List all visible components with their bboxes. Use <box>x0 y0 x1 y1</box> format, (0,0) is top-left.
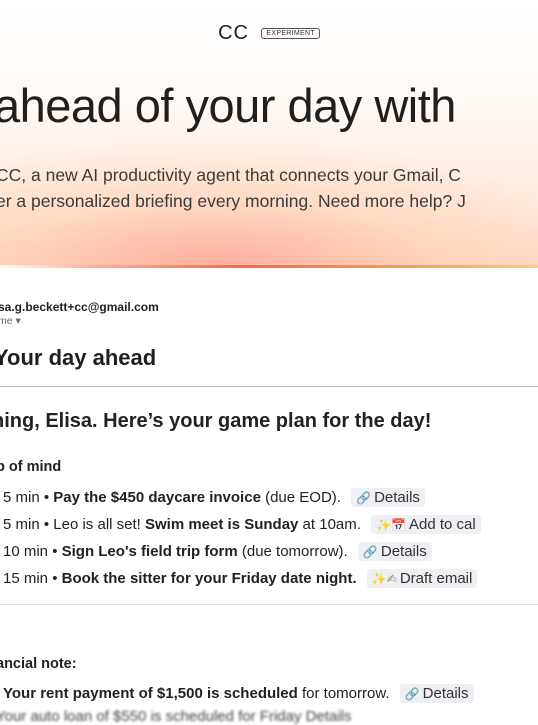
task-time: 15 min • <box>3 570 62 587</box>
link-icon: 🔗 <box>362 545 378 559</box>
task-note: at 10am. <box>298 516 361 533</box>
task-item: 10 min • Sign Leo's field trip form (due… <box>3 542 432 561</box>
chevron-down-icon: ▾ <box>15 315 21 327</box>
task-title: Swim meet is Sunday <box>145 516 299 533</box>
task-item: 5 min • Pay the $450 daycare invoice (du… <box>3 488 425 507</box>
task-time: 5 min • <box>3 489 54 506</box>
task-note: (due tomorrow). <box>237 543 348 560</box>
chip-label: Add to cal <box>409 516 476 533</box>
chip-label: Draft email <box>399 570 473 587</box>
add-to-calendar-button[interactable]: ✨📅 Add to cal <box>371 515 481 534</box>
divider <box>0 386 538 387</box>
task-pre: Leo is all set! <box>53 516 145 533</box>
divider <box>0 604 538 605</box>
details-button[interactable]: 🔗 Details <box>351 488 425 507</box>
email-sender: sa.g.beckett+cc@gmail.com me ▾ <box>0 300 159 327</box>
app-logo: CC EXPERIMENT <box>0 22 538 45</box>
task-title: Book the sitter for your Friday date nig… <box>61 570 357 587</box>
financial-note: for tomorrow. <box>297 685 390 702</box>
greeting: ning, Elisa. Here’s your game plan for t… <box>0 410 432 432</box>
financial-item: Your rent payment of $1,500 is scheduled… <box>3 684 474 703</box>
link-icon: 🔗 <box>356 491 372 505</box>
details-button[interactable]: 🔗 Details <box>399 684 474 703</box>
financial-note-label: ancial note: <box>0 656 77 672</box>
chip-label: Details <box>380 543 427 560</box>
recipient-label: me <box>0 315 13 327</box>
recipient-dropdown[interactable]: me ▾ <box>0 315 159 327</box>
task-title: Sign Leo's field trip form <box>61 543 238 560</box>
draft-email-button[interactable]: ✨✍ Draft email <box>366 569 478 588</box>
intro-line-1: CC, a new AI productivity agent that con… <box>0 165 461 185</box>
sparkle-pen-icon: ✨✍ <box>371 572 397 586</box>
sender-email: sa.g.beckett+cc@gmail.com <box>0 300 159 314</box>
top-of-mind-label: p of mind <box>0 459 62 475</box>
hero-headline: ahead of your day with <box>0 79 456 132</box>
logo-text: CC <box>218 22 249 44</box>
link-icon: 🔗 <box>404 687 420 701</box>
chip-label: Details <box>374 489 420 506</box>
details-button[interactable]: 🔗 Details <box>357 542 432 561</box>
task-time: 10 min • <box>3 543 62 560</box>
hero-accent-line <box>0 265 538 268</box>
task-item: 5 min • Leo is all set! Swim meet is Sun… <box>3 515 481 534</box>
experiment-badge: EXPERIMENT <box>261 28 320 39</box>
task-time: 5 min • <box>3 516 54 533</box>
task-note: (due EOD). <box>260 489 341 506</box>
financial-title: Your rent payment of $1,500 is scheduled <box>3 685 298 702</box>
task-item: 15 min • Book the sitter for your Friday… <box>3 569 478 588</box>
section-title: Your day ahead <box>0 345 157 370</box>
sparkle-calendar-icon: ✨📅 <box>376 518 406 532</box>
chip-label: Details <box>422 685 469 702</box>
hero-intro: CC, a new AI productivity agent that con… <box>0 162 466 214</box>
intro-line-2: er a personalized briefing every morning… <box>0 191 466 211</box>
task-title: Pay the $450 daycare invoice <box>53 489 261 506</box>
